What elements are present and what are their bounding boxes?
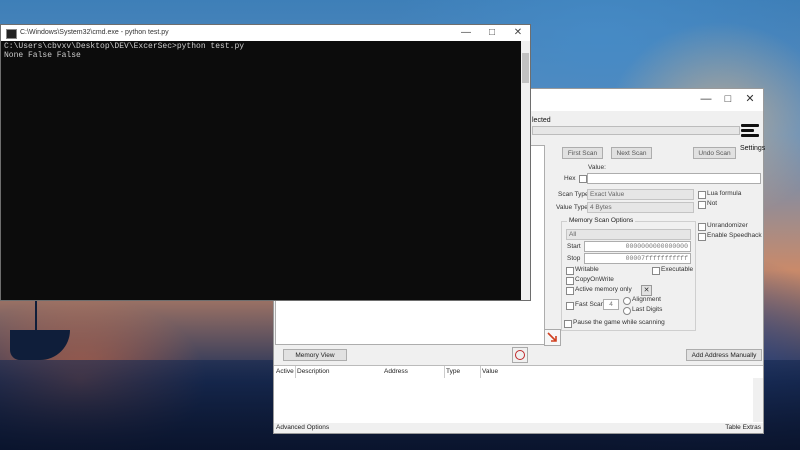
memory-scan-options-group: Memory Scan Options All Start 0000000000… (561, 217, 696, 331)
fast-scan-label: Fast Scan (575, 301, 605, 308)
wallpaper-ship (10, 330, 70, 360)
pause-game-checkbox[interactable] (564, 320, 572, 328)
cmd-icon (6, 29, 17, 39)
hex-label: Hex (564, 175, 576, 182)
column-header-active[interactable]: Active (276, 368, 294, 375)
cheat-table[interactable]: Active Description Address Type Value (274, 365, 763, 423)
column-header-value[interactable]: Value (482, 368, 498, 375)
not-checkbox[interactable] (698, 201, 706, 209)
cmd-scrollbar-thumb[interactable] (522, 53, 529, 83)
value-type-dropdown[interactable]: 4 Bytes (587, 202, 694, 213)
memory-view-button[interactable]: Memory View (283, 349, 347, 361)
not-label: Not (707, 200, 718, 207)
value-label: Value: (588, 164, 606, 171)
cmd-window: C:\Windows\System32\cmd.exe - python tes… (0, 24, 531, 301)
column-separator (295, 366, 296, 378)
memory-scan-options-title: Memory Scan Options (567, 217, 636, 224)
clear-icon[interactable]: ✕ (641, 285, 652, 296)
start-label: Start (567, 243, 581, 250)
minimize-icon[interactable]: — (456, 25, 476, 41)
scan-type-dropdown[interactable]: Exact Value (587, 189, 694, 200)
cheat-engine-logo-icon[interactable] (741, 124, 759, 138)
column-separator (480, 366, 481, 378)
column-header-description[interactable]: Description (297, 368, 330, 375)
close-icon[interactable]: ✕ (740, 91, 760, 107)
alignment-radio[interactable] (623, 297, 631, 305)
active-memory-only-label: Active memory only (575, 286, 632, 293)
console-output[interactable]: C:\Users\cbvxv\Desktop\DEV\ExcerSec>pyth… (4, 42, 244, 60)
column-header-address[interactable]: Address (384, 368, 408, 375)
start-address-input[interactable]: 0000000000000000 (584, 241, 691, 252)
scan-type-label: Scan Type (558, 191, 589, 198)
active-memory-only-checkbox[interactable] (566, 287, 574, 295)
minimize-icon[interactable]: — (696, 91, 716, 107)
column-header-type[interactable]: Type (446, 368, 460, 375)
value-type-label: Value Type (556, 204, 588, 211)
memory-region-dropdown[interactable]: All (566, 229, 691, 240)
executable-label: Executable (661, 266, 694, 273)
value-input[interactable] (587, 173, 761, 184)
lua-formula-label: Lua formula (707, 190, 742, 197)
last-digits-radio[interactable] (623, 307, 631, 315)
console-line: None False False (4, 51, 81, 60)
console-line: C:\Users\cbvxv\Desktop\DEV\ExcerSec>pyth… (4, 42, 245, 51)
table-extras-link[interactable]: Table Extras (725, 424, 761, 431)
lua-formula-checkbox[interactable] (698, 191, 706, 199)
scan-progress-bar (532, 126, 740, 135)
next-scan-button[interactable]: Next Scan (611, 147, 652, 159)
stop-icon[interactable] (512, 347, 528, 363)
pause-game-label: Pause the game while scanning (573, 319, 665, 326)
advanced-options-link[interactable]: Advanced Options (276, 424, 329, 431)
add-address-manually-button[interactable]: Add Address Manually (686, 349, 762, 361)
column-separator (444, 366, 445, 378)
stop-label: Stop (567, 255, 581, 262)
hex-checkbox[interactable] (579, 175, 587, 183)
cmd-titlebar[interactable]: C:\Windows\System32\cmd.exe - python tes… (1, 25, 530, 41)
add-to-list-arrow-icon[interactable] (544, 329, 561, 346)
copy-on-write-label: CopyOnWrite (575, 276, 614, 283)
writable-checkbox[interactable] (566, 267, 574, 275)
table-scrollbar[interactable] (753, 378, 763, 422)
cmd-scrollbar[interactable] (521, 41, 530, 300)
first-scan-button[interactable]: First Scan (562, 147, 603, 159)
copy-on-write-checkbox[interactable] (566, 277, 574, 285)
cmd-window-title: C:\Windows\System32\cmd.exe - python tes… (20, 29, 169, 36)
settings-label[interactable]: Settings (740, 145, 765, 152)
fast-scan-checkbox[interactable] (566, 302, 574, 310)
cheat-engine-footer: Advanced Options Table Extras (274, 422, 763, 433)
unrandomizer-label: Unrandomizer (707, 222, 748, 229)
last-digits-label: Last Digits (632, 306, 663, 313)
stop-address-input[interactable]: 00007fffffffffff (584, 253, 691, 264)
alignment-label: Alignment (632, 296, 661, 303)
writable-label: Writable (575, 266, 599, 273)
executable-checkbox[interactable] (652, 267, 660, 275)
fast-scan-value-input[interactable]: 4 (603, 299, 619, 310)
maximize-icon[interactable]: □ (718, 91, 738, 107)
enable-speedhack-checkbox[interactable] (698, 233, 706, 241)
process-status-label: lected (532, 117, 551, 124)
undo-scan-button[interactable]: Undo Scan (693, 147, 736, 159)
enable-speedhack-label: Enable Speedhack (707, 232, 762, 239)
close-icon[interactable]: ✕ (508, 25, 528, 41)
maximize-icon[interactable]: □ (482, 25, 502, 41)
unrandomizer-checkbox[interactable] (698, 223, 706, 231)
